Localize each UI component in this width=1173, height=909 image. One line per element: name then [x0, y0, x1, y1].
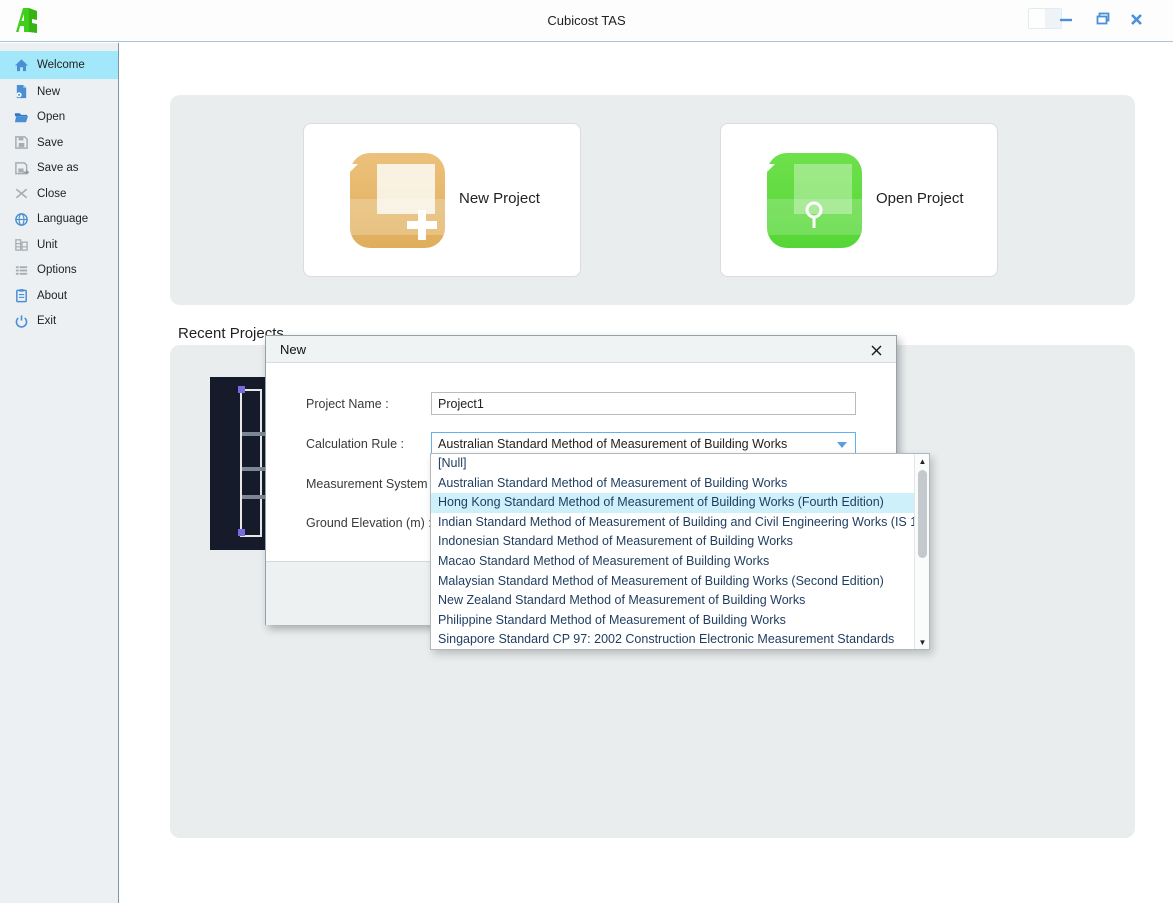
- sidebar: Welcome New Open Save Save as Close La: [0, 43, 119, 903]
- dropdown-option[interactable]: Malaysian Standard Method of Measurement…: [431, 572, 915, 592]
- scroll-down-icon[interactable]: ▼: [915, 635, 930, 649]
- sidebar-item-save-as[interactable]: Save as: [0, 156, 118, 182]
- dialog-title-bar[interactable]: New: [266, 336, 896, 363]
- dropdown-option[interactable]: [Null]: [431, 454, 915, 474]
- new-file-icon: [13, 84, 29, 100]
- open-project-button[interactable]: Open Project: [720, 123, 998, 277]
- title-bar: Cubicost TAS: [0, 0, 1173, 42]
- sidebar-item-exit[interactable]: Exit: [0, 309, 118, 335]
- close-x-icon: [13, 186, 29, 202]
- dropdown-option[interactable]: Indonesian Standard Method of Measuremen…: [431, 532, 915, 552]
- sidebar-item-about[interactable]: About: [0, 283, 118, 309]
- dialog-title: New: [280, 342, 306, 357]
- sidebar-item-label: Save: [37, 137, 63, 149]
- unit-grid-icon: [13, 237, 29, 253]
- new-project-label: New Project: [459, 190, 540, 207]
- recent-project-thumbnail[interactable]: [210, 377, 270, 550]
- dropdown-option-highlighted[interactable]: Hong Kong Standard Method of Measurement…: [431, 493, 915, 513]
- sidebar-item-label: About: [37, 290, 67, 302]
- save-icon: [13, 135, 29, 151]
- sidebar-item-new[interactable]: New: [0, 79, 118, 105]
- dialog-close-icon[interactable]: [866, 340, 886, 360]
- sidebar-item-label: Unit: [37, 239, 57, 251]
- sidebar-item-welcome[interactable]: Welcome: [0, 51, 118, 79]
- minimize-icon[interactable]: [1053, 8, 1079, 30]
- ground-elevation-label: Ground Elevation (m) :: [306, 516, 432, 530]
- dropdown-option[interactable]: Australian Standard Method of Measuremen…: [431, 474, 915, 494]
- new-project-icon: [350, 153, 445, 248]
- sidebar-item-options[interactable]: Options: [0, 258, 118, 284]
- calculation-rule-label: Calculation Rule :: [306, 437, 404, 451]
- sidebar-item-label: Save as: [37, 162, 79, 174]
- sidebar-item-save[interactable]: Save: [0, 130, 118, 156]
- sidebar-item-label: Exit: [37, 315, 56, 327]
- dropdown-option[interactable]: Indian Standard Method of Measurement of…: [431, 513, 915, 533]
- sidebar-item-label: Language: [37, 213, 88, 225]
- project-name-input[interactable]: [431, 392, 856, 415]
- magnifier-icon: [803, 201, 825, 231]
- restore-icon[interactable]: [1090, 8, 1116, 30]
- home-icon: [13, 57, 29, 73]
- open-project-icon: [767, 153, 862, 248]
- sidebar-item-close[interactable]: Close: [0, 181, 118, 207]
- chevron-down-icon: [837, 442, 847, 448]
- new-project-button[interactable]: New Project: [303, 123, 581, 277]
- sidebar-item-unit[interactable]: Unit: [0, 232, 118, 258]
- open-folder-icon: [13, 109, 29, 125]
- power-icon: [13, 313, 29, 329]
- sidebar-item-label: Options: [37, 264, 77, 276]
- sidebar-item-label: Welcome: [37, 59, 85, 71]
- sidebar-item-language[interactable]: Language: [0, 207, 118, 233]
- options-list-icon: [13, 262, 29, 278]
- about-clipboard-icon: [13, 288, 29, 304]
- dropdown-option[interactable]: Singapore Standard CP 97: 2002 Construct…: [431, 630, 915, 650]
- sidebar-item-label: Open: [37, 111, 65, 123]
- sidebar-item-label: Close: [37, 188, 66, 200]
- project-actions-panel: New Project Open Project: [170, 95, 1135, 305]
- window-title: Cubicost TAS: [0, 13, 1173, 28]
- scroll-up-icon[interactable]: ▲: [915, 454, 930, 468]
- open-project-label: Open Project: [876, 190, 964, 207]
- plus-icon: [407, 210, 437, 240]
- globe-icon: [13, 211, 29, 227]
- dropdown-option[interactable]: New Zealand Standard Method of Measureme…: [431, 591, 915, 611]
- scrollbar-thumb[interactable]: [918, 470, 927, 558]
- measurement-system-label: Measurement System :: [306, 477, 435, 491]
- calculation-rule-dropdown-list: [Null] Australian Standard Method of Mea…: [430, 453, 930, 650]
- calculation-rule-value: Australian Standard Method of Measuremen…: [438, 437, 787, 451]
- sidebar-item-label: New: [37, 86, 60, 98]
- sidebar-item-open[interactable]: Open: [0, 105, 118, 131]
- project-name-label: Project Name :: [306, 397, 389, 411]
- dropdown-option[interactable]: Philippine Standard Method of Measuremen…: [431, 611, 915, 631]
- dropdown-scrollbar[interactable]: ▲ ▼: [914, 454, 929, 649]
- calculation-rule-combobox[interactable]: Australian Standard Method of Measuremen…: [431, 432, 856, 455]
- save-as-icon: [13, 160, 29, 176]
- close-icon[interactable]: [1123, 8, 1149, 30]
- dropdown-option[interactable]: Macao Standard Method of Measurement of …: [431, 552, 915, 572]
